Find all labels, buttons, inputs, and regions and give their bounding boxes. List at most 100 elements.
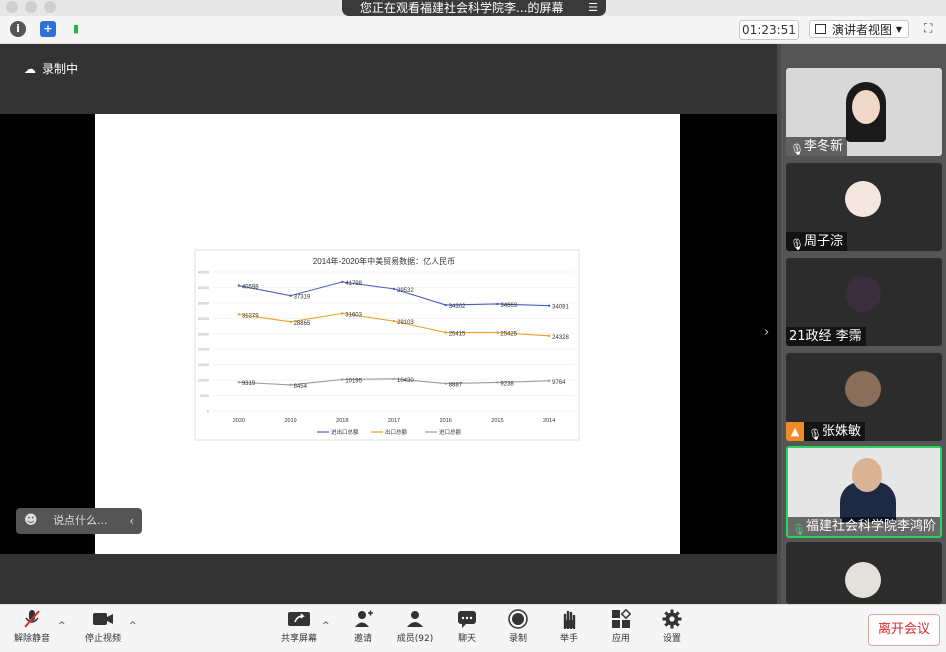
data-point xyxy=(237,381,241,384)
data-label: 39532 xyxy=(397,288,414,294)
chat-placeholder[interactable]: 说点什么... xyxy=(53,514,108,527)
invite-button[interactable]: 邀请 xyxy=(347,609,379,644)
data-label: 24328 xyxy=(552,335,569,341)
chat-input-bar[interactable]: ☻ 说点什么... ‹ xyxy=(16,508,142,534)
y-tick-label: 45000 xyxy=(198,270,210,275)
emoji-icon[interactable]: ☻ xyxy=(24,513,38,528)
data-point xyxy=(496,331,499,334)
panel-splitter[interactable] xyxy=(777,44,781,604)
close-window-button[interactable] xyxy=(6,1,18,13)
data-label: 8887 xyxy=(449,383,463,389)
data-label: 25425 xyxy=(500,331,517,337)
mic-muted-icon: 🎙 xyxy=(808,428,822,441)
data-point xyxy=(444,382,447,385)
settings-label: 设置 xyxy=(662,634,681,644)
participant-name-text: 21政经 李霈 xyxy=(789,329,862,344)
members-button[interactable]: 成员(92) xyxy=(393,609,437,644)
chart-title: 2014年-2020年中美贸易数据：亿人民币 xyxy=(313,256,455,266)
settings-button[interactable]: 设置 xyxy=(657,609,687,644)
menu-icon[interactable]: ☰ xyxy=(588,0,598,16)
x-tick-label: 2015 xyxy=(491,418,503,424)
share-screen-label: 共享屏幕 xyxy=(280,634,317,644)
x-tick-label: 2019 xyxy=(284,418,296,424)
chart-frame xyxy=(194,249,580,441)
data-point xyxy=(444,331,447,334)
layout-icon xyxy=(815,24,826,34)
legend-entry: 进口总额 xyxy=(439,428,462,436)
participant-name: 🎙 周子淙 xyxy=(786,232,848,251)
add-user-icon xyxy=(355,610,373,627)
cloud-icon: ☁ xyxy=(24,62,36,76)
share-options-chevron-icon[interactable]: ^ xyxy=(322,621,330,631)
x-tick-label: 2014 xyxy=(543,418,555,424)
chat-bubble-icon xyxy=(458,611,476,628)
participant-name-text: 李冬新 xyxy=(804,139,844,154)
leave-meeting-button[interactable]: 离开会议 xyxy=(868,614,940,646)
unmute-button[interactable]: 解除静音 xyxy=(10,609,54,644)
recording-label: 录制中 xyxy=(42,62,79,76)
participant-tile[interactable] xyxy=(786,542,942,604)
shield-icon[interactable]: + xyxy=(40,21,56,37)
data-point xyxy=(237,284,241,287)
face xyxy=(852,90,880,124)
fullscreen-icon[interactable]: ⛶ xyxy=(924,21,938,35)
data-point xyxy=(547,334,551,338)
view-select-label: 演讲者视图 xyxy=(832,23,893,37)
audio-options-chevron-icon[interactable]: ^ xyxy=(58,621,66,631)
chevron-left-icon[interactable]: ‹ xyxy=(129,508,134,534)
avatar xyxy=(845,562,881,598)
participant-tile[interactable]: 21政经 李霈 xyxy=(786,258,942,346)
face xyxy=(852,458,882,492)
record-icon xyxy=(508,609,528,629)
window-title[interactable]: 您正在观看福建社会科学院李...的屏幕 ☰ xyxy=(342,0,606,16)
y-tick-label: 5000 xyxy=(200,393,210,398)
participant-tile-speaking[interactable]: 🎙 福建社会科学院李鸿阶 xyxy=(786,446,942,538)
y-tick-label: 0 xyxy=(207,409,210,414)
y-tick-label: 35000 xyxy=(198,300,210,305)
zoom-window-button[interactable] xyxy=(44,1,56,13)
data-point xyxy=(289,294,292,297)
data-label: 37319 xyxy=(294,295,311,301)
avatar xyxy=(845,181,881,217)
view-select[interactable]: 演讲者视图 ▼ xyxy=(809,20,909,38)
participant-tile[interactable]: ▲ 🎙 张姝敏 xyxy=(786,353,942,441)
data-point xyxy=(444,303,447,307)
record-button[interactable]: 录制 xyxy=(503,609,533,644)
participant-tile[interactable]: 🎙 李冬新 xyxy=(786,68,942,156)
recording-indicator: ☁ 录制中 xyxy=(24,60,78,77)
raise-hand-button[interactable]: 举手 xyxy=(554,609,584,644)
participant-tile[interactable]: 🎙 周子淙 xyxy=(786,163,942,251)
y-tick-label: 10000 xyxy=(198,378,210,383)
data-point xyxy=(341,378,344,381)
data-point xyxy=(341,312,344,315)
info-icon[interactable]: i xyxy=(10,21,26,37)
data-label: 34663 xyxy=(500,303,517,309)
x-tick-label: 2020 xyxy=(233,418,245,424)
window-titlebar: 您正在观看福建社会科学院李...的屏幕 ☰ xyxy=(0,0,946,16)
stop-video-button[interactable]: 停止视频 xyxy=(80,609,126,644)
data-point xyxy=(289,383,292,387)
mic-muted-icon: 🎙 xyxy=(790,238,804,251)
data-label: 28865 xyxy=(294,321,311,327)
x-tick-label: 2016 xyxy=(440,418,452,424)
participant-name-text: 福建社会科学院李鸿阶 xyxy=(806,519,937,534)
participant-name: 21政经 李霈 xyxy=(786,327,866,346)
y-tick-label: 25000 xyxy=(198,331,210,336)
data-point xyxy=(496,302,499,306)
collapse-panel-icon[interactable]: › xyxy=(764,325,769,340)
data-point xyxy=(289,320,292,324)
video-options-chevron-icon[interactable]: ^ xyxy=(129,621,137,631)
chat-button[interactable]: 聊天 xyxy=(452,609,482,644)
data-label: 10195 xyxy=(345,379,362,385)
signal-icon[interactable]: ▮ xyxy=(68,21,84,37)
share-screen-icon xyxy=(288,612,310,626)
avatar xyxy=(845,276,881,312)
data-label: 31279 xyxy=(242,313,259,319)
data-label: 10430 xyxy=(397,378,414,384)
apps-button[interactable]: 应用 xyxy=(606,609,636,644)
share-screen-button[interactable]: 共享屏幕 xyxy=(278,609,320,644)
data-point xyxy=(547,379,551,383)
data-point xyxy=(547,304,551,307)
minimize-window-button[interactable] xyxy=(25,1,37,13)
data-label: 9319 xyxy=(242,381,256,387)
